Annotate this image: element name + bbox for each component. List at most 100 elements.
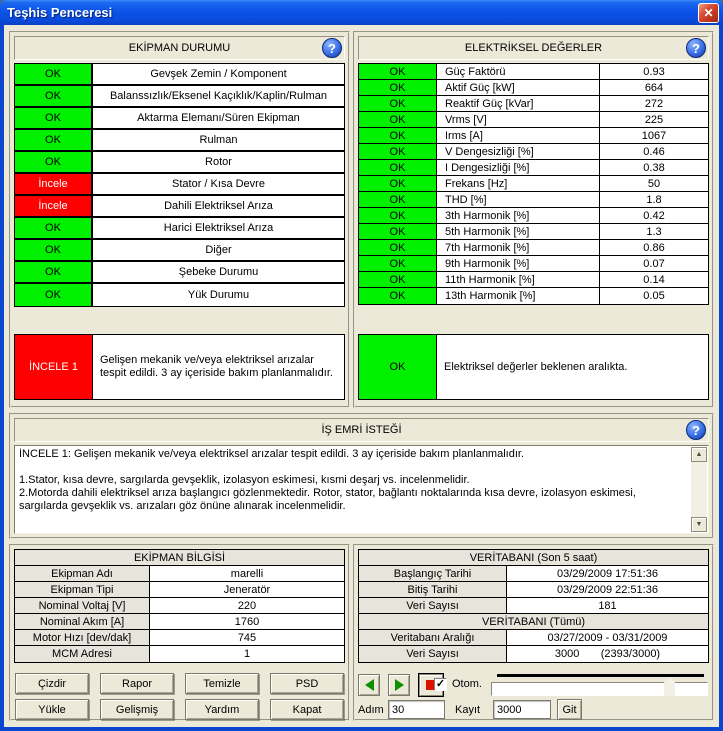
db-label: Veri Sayısı [359,598,507,613]
record-input[interactable] [493,700,551,719]
electrical-value-row: OK7th Harmonik [%]0.86 [359,240,708,256]
database-table: VERİTABANI (Son 5 saat)Başlangıç Tarihi0… [358,549,709,663]
equipment-status-header: EKİPMAN DURUMU ? [14,36,345,60]
database-row: Veri Sayısı181 [359,598,708,614]
db-value: 3000 (2393/3000) [507,646,708,662]
equipment-status-row: OKAktarma Elemanı/Süren Ekipman [15,108,344,130]
step-back-button[interactable] [358,674,380,696]
label-cell: Diğer [93,240,344,260]
equipment-info-row: Nominal Akım [A]1760 [15,614,344,630]
help-icon[interactable]: ? [686,38,706,58]
button-gelişmiş[interactable]: Gelişmiş [100,699,174,720]
label-cell: Aktarma Elemanı/Süren Ekipman [93,108,344,128]
step-input[interactable] [388,700,445,719]
status-cell: OK [359,80,437,95]
equipment-info-panel: EKİPMAN BİLGİSİEkipman AdımarelliEkipman… [9,544,350,721]
close-icon[interactable]: ✕ [698,3,719,23]
button-çizdir[interactable]: Çizdir [15,673,89,694]
step-forward-button[interactable] [388,674,410,696]
label-cell: 3th Harmonik [%] [437,208,599,223]
info-value: 220 [150,598,344,613]
help-icon[interactable]: ? [322,38,342,58]
equipment-info-row: Nominal Voltaj [V]220 [15,598,344,614]
scroll-up-icon[interactable]: ▲ [691,447,707,462]
equipment-info-row: Ekipman TipiJeneratör [15,582,344,598]
electrical-values-summary: OK Elektriksel değerler beklenen aralıkt… [358,334,709,400]
status-cell: OK [359,160,437,175]
info-value: 1760 [150,614,344,629]
status-cell: OK [359,224,437,239]
electrical-value-row: OK13th Harmonik [%]0.05 [359,288,708,304]
db-label: Bitiş Tarihi [359,582,507,597]
label-cell: Harici Elektriksel Arıza [93,218,344,238]
go-button[interactable]: Git [557,699,582,720]
status-cell: OK [15,218,93,238]
value-cell: 1.8 [599,192,708,207]
scroll-down-icon[interactable]: ▼ [691,517,707,532]
db-value: 03/27/2009 - 03/31/2009 [507,630,708,645]
label-cell: Rotor [93,152,344,172]
equipment-status-row: OKRotor [15,152,344,174]
equipment-status-panel: EKİPMAN DURUMU ? OK Gevşek Zemin / Kompon… [9,31,350,408]
button-rapor[interactable]: Rapor [100,673,174,694]
label-cell: Gevşek Zemin / Komponent [93,64,344,84]
work-order-title: İŞ EMRİ İSTEĞİ [321,424,401,436]
value-cell: 0.14 [599,272,708,287]
auto-checkbox-label: Otom. [452,678,482,690]
label-cell: Yük Durumu [93,284,344,306]
label-cell: I Dengesizliği [%] [437,160,599,175]
status-cell: OK [359,64,437,79]
electrical-values-title: ELEKTRİKSEL DEĞERLER [465,42,602,54]
status-cell: OK [359,288,437,304]
equipment-status-row: OKŞebeke Durumu [15,262,344,284]
scrollbar[interactable]: ▲ ▼ [691,447,707,532]
slider-thumb[interactable] [664,677,675,696]
value-cell: 1067 [599,128,708,143]
database-panel: VERİTABANI (Son 5 saat)Başlangıç Tarihi0… [353,544,714,721]
info-label: Ekipman Tipi [15,582,150,597]
value-cell: 0.07 [599,256,708,271]
work-order-textarea[interactable]: İNCELE 1: Gelişen mekanik ve/veya elektr… [14,445,709,534]
label-cell: 13th Harmonik [%] [437,288,599,304]
button-yükle[interactable]: Yükle [15,699,89,720]
work-order-text: İNCELE 1: Gelişen mekanik ve/veya elektr… [19,448,686,531]
status-cell: OK [359,96,437,111]
status-cell: OK [359,272,437,287]
help-icon[interactable]: ? [686,420,706,440]
info-label: Motor Hızı [dev/dak] [15,630,150,645]
window-title: Teşhis Penceresi [0,5,112,20]
status-cell: İncele [15,196,93,216]
button-psd[interactable]: PSD [270,673,344,694]
electrical-value-row: OKFrekans [Hz]50 [359,176,708,192]
db-label: Veri Sayısı [359,646,507,662]
label-cell: Dahili Elektriksel Arıza [93,196,344,216]
button-kapat[interactable]: Kapat [270,699,344,720]
database-row: Veritabanı Aralığı03/27/2009 - 03/31/200… [359,630,708,646]
value-cell: 1.3 [599,224,708,239]
electrical-values-header: ELEKTRİKSEL DEĞERLER ? [358,36,709,60]
slider-channel[interactable] [491,682,708,696]
electrical-value-row: OKGüç Faktörü0.93 [359,64,708,80]
button-yardım[interactable]: Yardım [185,699,259,720]
button-temizle[interactable]: Temizle [185,673,259,694]
equipment-info-table: EKİPMAN BİLGİSİEkipman AdımarelliEkipman… [14,549,345,663]
electrical-value-row: OKAktif Güç [kW]664 [359,80,708,96]
work-order-header: İŞ EMRİ İSTEĞİ ? [14,418,709,442]
record-slider[interactable] [491,673,708,699]
summary-text: Gelişen mekanik ve/veya elektriksel arız… [93,335,344,399]
electrical-value-row: OKV Dengesizliği [%]0.46 [359,144,708,160]
auto-checkbox[interactable]: ✓ [434,678,447,691]
db-value: 181 [507,598,708,613]
equipment-status-summary: İNCELE 1 Gelişen mekanik ve/veya elektri… [14,334,345,400]
db-label: Veritabanı Aralığı [359,630,507,645]
label-cell: Güç Faktörü [437,64,599,79]
electrical-value-row: OKReaktif Güç [kVar]272 [359,96,708,112]
button-row-1: Çizdir Rapor Temizle PSD [15,673,344,694]
electrical-value-row: OK3th Harmonik [%]0.42 [359,208,708,224]
value-cell: 0.38 [599,160,708,175]
label-cell: Reaktif Güç [kVar] [437,96,599,111]
electrical-values-panel: ELEKTRİKSEL DEĞERLER ? OKGüç Faktörü0.93… [353,31,714,408]
status-cell: OK [15,284,93,306]
electrical-value-row: OK9th Harmonik [%]0.07 [359,256,708,272]
label-cell: 5th Harmonik [%] [437,224,599,239]
